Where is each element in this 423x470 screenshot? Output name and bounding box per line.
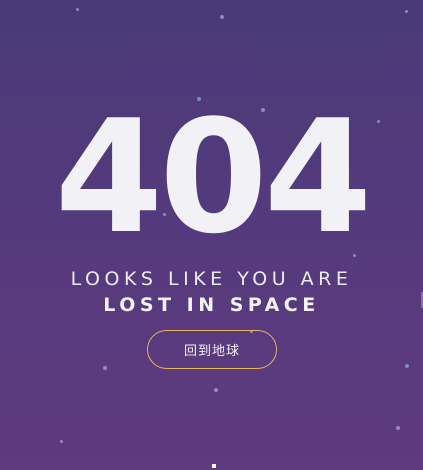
star-icon xyxy=(405,10,408,13)
star-icon xyxy=(405,364,409,368)
star-icon xyxy=(214,388,218,392)
star-icon xyxy=(60,440,63,443)
star-icon xyxy=(103,366,107,370)
error-message-line-2: LOST IN SPACE xyxy=(103,294,320,316)
star-icon xyxy=(76,8,79,11)
back-to-earth-button[interactable]: 回到地球 xyxy=(147,330,277,369)
star-icon xyxy=(396,426,400,430)
error-page: 404 LOOKS LIKE YOU ARE LOST IN SPACE 回到地… xyxy=(0,0,423,470)
star-icon xyxy=(220,15,224,19)
error-code-heading: 404 xyxy=(54,86,373,268)
error-message-line-1: LOOKS LIKE YOU ARE xyxy=(70,268,353,290)
bottom-dot-icon xyxy=(212,464,216,468)
